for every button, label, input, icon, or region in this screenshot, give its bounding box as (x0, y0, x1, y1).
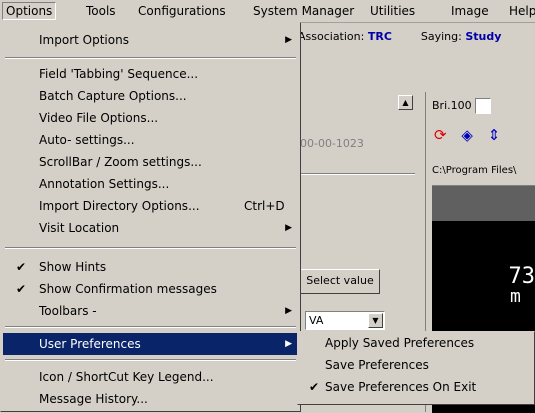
submenu-arrow-icon: ▶ (285, 217, 292, 239)
menu-item-import-options[interactable]: Import Options ▶ (3, 29, 298, 51)
menu-separator (5, 359, 296, 361)
menu-item-shortcut: Ctrl+D (244, 195, 285, 217)
menu-separator (5, 57, 296, 59)
submenu-arrow-icon: ▶ (285, 29, 292, 51)
refresh-icon[interactable]: ⟳ (434, 126, 447, 144)
menu-item-label: Import Directory Options... (39, 195, 200, 217)
select-value-button[interactable]: Select value (300, 269, 380, 294)
menu-item-label: Message History... (39, 388, 148, 410)
menu-options[interactable]: Options (2, 2, 56, 20)
menu-image[interactable]: Image (451, 3, 489, 19)
menu-utilities[interactable]: Utilities (370, 3, 415, 19)
user-preferences-submenu: Apply Saved Preferences Save Preferences… (297, 331, 535, 405)
menu-item-field-tabbing[interactable]: Field 'Tabbing' Sequence... (3, 63, 298, 85)
submenu-item-apply-saved[interactable]: Apply Saved Preferences (300, 333, 530, 354)
brightness-slider[interactable] (475, 98, 491, 114)
stretch-icon[interactable]: ⇕ (488, 126, 501, 144)
menu-item-label: Toolbars - (39, 300, 97, 322)
menu-item-label: Show Hints (39, 256, 106, 278)
menu-item-import-directory[interactable]: Import Directory Options... Ctrl+D (3, 195, 298, 217)
menu-item-label: ScrollBar / Zoom settings... (39, 151, 202, 173)
menu-separator (5, 326, 296, 328)
bri-label: Bri.100 (432, 99, 472, 112)
saying-label: Saying: (421, 30, 462, 43)
menu-item-user-preferences[interactable]: User Preferences ▶ (3, 333, 298, 355)
viewer-header (432, 186, 535, 221)
menu-item-show-hints[interactable]: ✔ Show Hints (3, 256, 298, 278)
va-combo[interactable]: VA ▼ (305, 311, 385, 330)
menu-item-label: Batch Capture Options... (39, 85, 187, 107)
saying-value: Study (465, 30, 501, 43)
menu-tools[interactable]: Tools (86, 3, 116, 19)
fit-icon[interactable]: ◈ (461, 126, 473, 144)
file-path: C:\Program Files\ (432, 165, 516, 176)
triangle-up-icon[interactable]: ▲ (398, 95, 413, 110)
menu-item-auto-settings[interactable]: Auto- settings... (3, 129, 298, 151)
triangle-down-icon[interactable]: ▼ (368, 313, 383, 328)
menu-item-batch-capture[interactable]: Batch Capture Options... (3, 85, 298, 107)
menu-item-label: Save Preferences On Exit (325, 377, 476, 398)
menu-configurations[interactable]: Configurations (138, 3, 226, 19)
menu-system-manager[interactable]: System Manager (253, 3, 354, 19)
menu-item-label: Video File Options... (39, 107, 158, 129)
menu-item-label: Visit Location (39, 217, 119, 239)
association-label: Association: (298, 30, 364, 43)
checkmark-icon: ✔ (16, 256, 26, 278)
menu-item-label: Apply Saved Preferences (325, 333, 474, 354)
divider (300, 173, 415, 175)
combo-value: VA (309, 314, 323, 327)
image-toolbar: ⟳ ◈ ⇕ (434, 126, 510, 144)
menu-item-icon-legend[interactable]: Icon / ShortCut Key Legend... (3, 366, 298, 388)
menu-item-label: Icon / ShortCut Key Legend... (39, 366, 214, 388)
menu-item-label: Show Confirmation messages (39, 278, 217, 300)
checkmark-icon: ✔ (16, 278, 26, 300)
menu-item-video-file[interactable]: Video File Options... (3, 107, 298, 129)
submenu-item-save[interactable]: Save Preferences (300, 355, 530, 376)
info-strip: Association: TRC Saying: Study (298, 30, 535, 50)
submenu-item-save-on-exit[interactable]: ✔ Save Preferences On Exit (300, 377, 530, 398)
menu-item-scrollbar-zoom[interactable]: ScrollBar / Zoom settings... (3, 151, 298, 173)
submenu-arrow-icon: ▶ (285, 300, 292, 322)
options-dropdown: Import Options ▶ Field 'Tabbing' Sequenc… (0, 22, 301, 412)
menu-item-label: Auto- settings... (39, 129, 135, 151)
menu-item-message-history[interactable]: Message History... (3, 388, 298, 410)
menu-item-show-confirmation[interactable]: ✔ Show Confirmation messages (3, 278, 298, 300)
menu-item-annotation[interactable]: Annotation Settings... (3, 173, 298, 195)
record-id: 00-00-1023 (300, 137, 364, 150)
menu-separator (5, 247, 296, 249)
menu-item-label: Field 'Tabbing' Sequence... (39, 63, 198, 85)
menu-bar: Options Tools Configurations System Mana… (0, 0, 535, 23)
menu-item-label: Import Options (39, 29, 129, 51)
submenu-arrow-icon: ▶ (285, 333, 292, 355)
menu-item-visit-location[interactable]: Visit Location ▶ (3, 217, 298, 239)
menu-item-toolbars[interactable]: Toolbars - ▶ (3, 300, 298, 322)
association-value: TRC (368, 30, 392, 43)
menu-help[interactable]: Help (509, 3, 535, 19)
menu-item-label: Save Preferences (325, 355, 429, 376)
checkmark-icon: ✔ (309, 377, 319, 398)
menu-item-label: Annotation Settings... (39, 173, 169, 195)
menu-item-label: User Preferences (39, 333, 141, 355)
viewer-char: m (510, 286, 521, 307)
brightness-control[interactable]: Bri.100 (432, 98, 491, 114)
